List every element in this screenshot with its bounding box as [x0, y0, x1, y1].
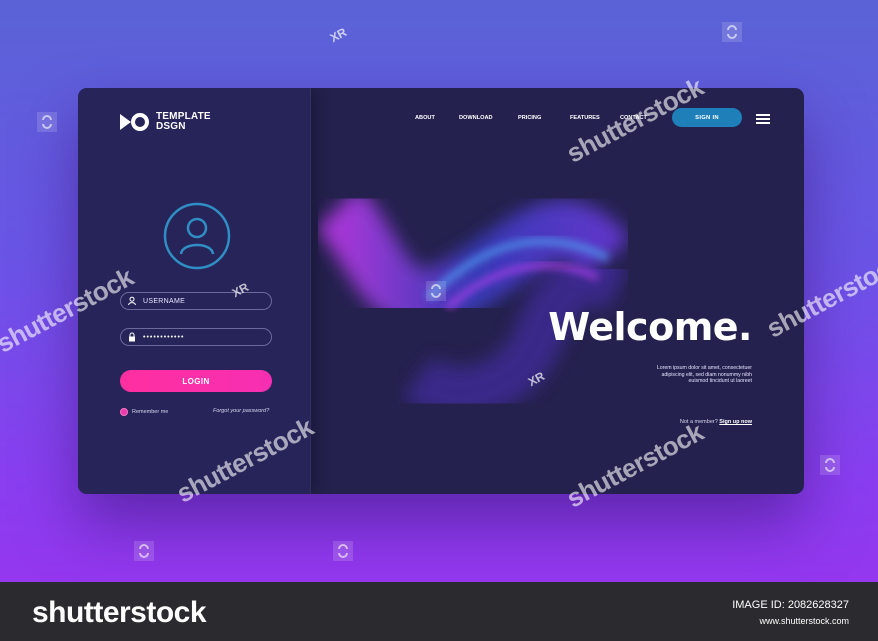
watermark-icon	[37, 112, 57, 132]
login-panel: TEMPLATE DSGN LOGIN Reme	[78, 88, 311, 494]
brand-name: TEMPLATE DSGN	[156, 112, 211, 132]
hero-description: Lorem ipsum dolor sit amet, consectetuer…	[656, 365, 752, 384]
nav-features[interactable]: FEATURES	[570, 115, 600, 121]
watermark-icon	[134, 541, 154, 561]
username-field[interactable]	[120, 292, 272, 310]
remember-me[interactable]: Remember me	[120, 408, 168, 416]
sign-in-button[interactable]: SIGN IN	[672, 108, 742, 127]
password-field[interactable]	[120, 328, 272, 346]
welcome-heading: Welcome.	[548, 305, 752, 349]
menu-icon[interactable]	[756, 114, 770, 124]
forgot-password-link[interactable]: Forgot your password?	[213, 408, 269, 414]
landing-card: TEMPLATE DSGN LOGIN Reme	[78, 88, 804, 494]
username-input[interactable]	[143, 297, 263, 305]
watermark-icon	[820, 455, 840, 475]
login-button[interactable]: LOGIN	[120, 370, 272, 392]
password-input[interactable]	[143, 333, 263, 341]
watermark-icon	[333, 541, 353, 561]
logo-icon	[120, 113, 149, 131]
footer-site: www.shutterstock.com	[759, 616, 849, 626]
brand-logo[interactable]: TEMPLATE DSGN	[120, 111, 211, 133]
nav-pricing[interactable]: PRICING	[518, 115, 541, 121]
watermark-icon	[722, 22, 742, 42]
not-member-text: Not a member?	[679, 419, 718, 425]
footer-image-id: IMAGE ID: 2082628327	[732, 599, 849, 611]
brand-line2: DSGN	[156, 121, 186, 132]
lock-icon	[129, 332, 135, 342]
watermark-xr: XR	[327, 24, 349, 46]
nav-contact[interactable]: CONTACT	[620, 115, 647, 121]
nav-download[interactable]: DOWNLOAD	[459, 115, 493, 121]
remember-radio[interactable]	[120, 408, 128, 416]
stock-footer: shutterstock IMAGE ID: 2082628327 www.sh…	[0, 582, 878, 641]
footer-brand: shutterstock	[32, 596, 207, 629]
signup-link[interactable]: Sign up now	[719, 419, 752, 425]
user-avatar-icon	[163, 202, 231, 270]
user-icon	[128, 296, 136, 306]
remember-label: Remember me	[132, 409, 169, 415]
signup-prompt: Not a member? Sign up now	[680, 419, 752, 425]
nav-about[interactable]: ABOUT	[415, 115, 435, 121]
